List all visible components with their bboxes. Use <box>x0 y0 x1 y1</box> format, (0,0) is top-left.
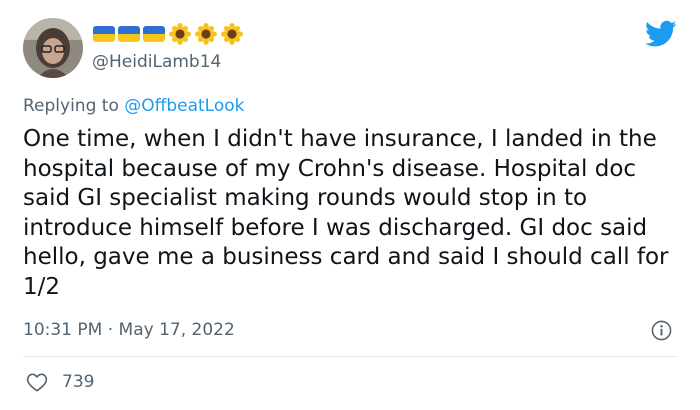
tweet-text: One time, when I didn't have insurance, … <box>23 126 669 300</box>
info-icon[interactable] <box>651 320 672 341</box>
heart-icon <box>26 373 48 392</box>
display-name[interactable] <box>93 23 243 45</box>
sunflower-icon <box>195 23 217 45</box>
ukraine-flag-icon <box>93 26 115 42</box>
like-button[interactable]: 739 <box>26 372 94 392</box>
user-handle[interactable]: @HeidiLamb14 <box>92 52 221 72</box>
divider <box>23 356 678 357</box>
reply-mention-link[interactable]: @OffbeatLook <box>124 96 244 116</box>
sunflower-icon <box>221 23 243 45</box>
twitter-bird-icon[interactable] <box>645 20 677 48</box>
ukraine-flag-icon <box>118 26 140 42</box>
replying-to: Replying to @OffbeatLook <box>23 96 245 116</box>
tweet-timestamp[interactable]: 10:31 PM · May 17, 2022 <box>23 320 235 340</box>
ukraine-flag-icon <box>143 26 165 42</box>
avatar[interactable] <box>23 18 83 78</box>
like-count: 739 <box>62 372 95 392</box>
replying-prefix: Replying to <box>23 96 125 116</box>
sunflower-icon <box>169 23 191 45</box>
